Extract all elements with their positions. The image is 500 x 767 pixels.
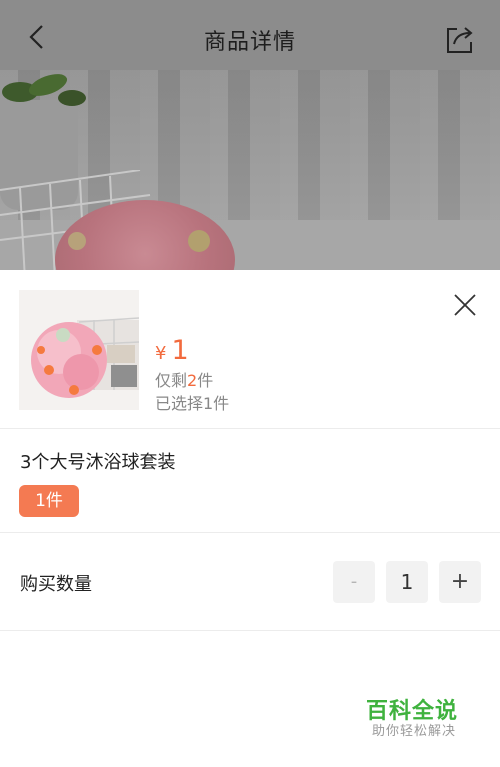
- spec-option-chip[interactable]: 1件: [19, 485, 79, 517]
- header-bar: 商品详情: [0, 0, 500, 70]
- plant-leaves: [2, 74, 86, 106]
- selected-summary: 已选择1件: [155, 394, 230, 413]
- stock-count: 2: [187, 371, 198, 390]
- quantity-plus-button[interactable]: +: [439, 561, 481, 603]
- page-title: 商品详情: [203, 30, 296, 55]
- divider: [0, 630, 500, 631]
- divider: [0, 532, 500, 533]
- puff-decoration: [188, 230, 210, 252]
- quantity-label: 购买数量: [20, 574, 92, 595]
- quantity-input[interactable]: 1: [386, 561, 428, 603]
- currency-symbol: ¥: [155, 343, 167, 364]
- divider: [0, 428, 500, 429]
- price-display: ¥ 1: [155, 335, 189, 366]
- product-thumbnail: [19, 290, 139, 410]
- price-value: 1: [171, 335, 189, 366]
- share-icon[interactable]: [443, 22, 477, 56]
- watermark-subtitle: 助你轻松解决: [372, 724, 457, 739]
- stock-remaining: 仅剩2件: [155, 367, 213, 391]
- stock-suffix: 件: [197, 371, 214, 390]
- spec-title: 3个大号沐浴球套装: [20, 452, 176, 473]
- stock-prefix: 仅剩: [155, 371, 188, 390]
- close-icon[interactable]: [453, 293, 477, 317]
- product-photo-background: [0, 70, 500, 270]
- puff-decoration: [68, 232, 86, 250]
- quantity-minus-button[interactable]: -: [333, 561, 375, 603]
